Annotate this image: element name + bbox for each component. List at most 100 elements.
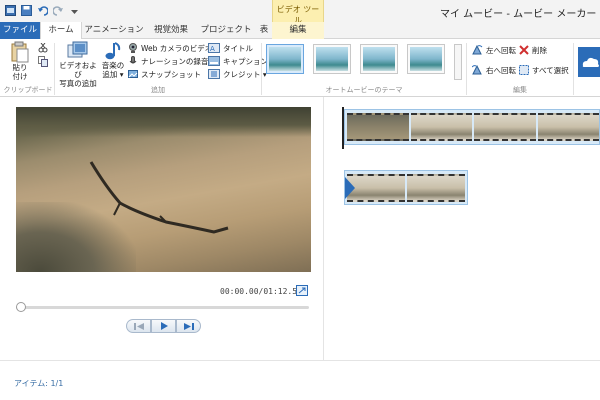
rotate-left-icon: [472, 45, 483, 55]
play-button[interactable]: [151, 319, 176, 333]
tab-project[interactable]: プロジェクト: [196, 22, 256, 39]
app-icon[interactable]: [4, 4, 16, 16]
save-icon[interactable]: [20, 4, 32, 16]
svg-text:A: A: [210, 45, 215, 53]
automovie-theme-1[interactable]: [266, 44, 304, 74]
item-count: アイテム: 1/1: [14, 379, 64, 388]
window-title: マイ ムービー - ムービー メーカー: [440, 9, 597, 20]
playhead-indicator[interactable]: [342, 107, 344, 149]
add-music-button[interactable]: 音楽の 追加 ▾: [100, 41, 126, 79]
video-clip-continued[interactable]: [344, 170, 468, 205]
previous-frame-button[interactable]: [126, 319, 151, 333]
tab-animations[interactable]: アニメーション: [82, 22, 146, 39]
delete-button[interactable]: 削除: [519, 44, 547, 56]
ribbon: 貼り 付け クリップボード ビデオおよび 写真の追加 音楽の 追加 ▾ Web …: [0, 39, 600, 97]
filmstrip-frames: [347, 113, 599, 141]
video-clip-filmstrip[interactable]: [344, 109, 600, 145]
undo-icon[interactable]: [36, 4, 48, 16]
seek-thumb[interactable]: [16, 302, 26, 312]
onedrive-cloud-icon: [582, 57, 599, 67]
copy-icon[interactable]: [38, 56, 48, 70]
theme-thumbnail: [410, 47, 442, 71]
seek-bar[interactable]: [16, 306, 309, 309]
fullscreen-button[interactable]: [296, 285, 308, 296]
redo-icon[interactable]: [52, 4, 64, 16]
webcam-label: Web カメラのビデオ: [141, 43, 213, 53]
filmstrip-frame: [407, 174, 465, 202]
select-all-label: すべて選択: [532, 65, 569, 75]
next-frame-button[interactable]: [176, 319, 201, 333]
select-all-icon: [519, 65, 529, 75]
filmstrip-frame: [474, 113, 536, 141]
ribbon-tabs: ファイル ホーム アニメーション 視覚効果 プロジェクト 表示 編集: [0, 22, 600, 52]
theme-gallery-scroll[interactable]: [454, 44, 462, 80]
delete-label: 削除: [532, 45, 547, 55]
microphone-icon: [129, 56, 137, 64]
tab-edit[interactable]: 編集: [272, 22, 324, 39]
add-music-label-1: 音楽の: [101, 61, 125, 70]
next-frame-icon: [183, 322, 194, 330]
rotate-right-button[interactable]: 右へ回転: [472, 64, 516, 76]
clip-start-marker-icon: [345, 177, 355, 199]
add-video-label-1: ビデオおよび: [59, 61, 97, 79]
filmstrip-frame: [347, 174, 405, 202]
preview-pane: 00:00.00/01:12.59: [0, 97, 323, 360]
automovie-theme-4[interactable]: [407, 44, 445, 74]
caption-icon: [208, 56, 220, 66]
cut-icon[interactable]: [38, 42, 48, 56]
tab-view[interactable]: 表示: [256, 22, 272, 52]
title-icon: A: [208, 43, 220, 53]
record-narration-button[interactable]: ナレーションの録音 ▾: [128, 55, 215, 67]
snapshot-icon: [128, 70, 138, 78]
webcam-video-button[interactable]: Web カメラのビデオ: [128, 42, 212, 54]
paste-label-2: 付け: [12, 72, 28, 81]
playback-controls: [126, 319, 201, 333]
separator: [54, 43, 55, 95]
add-video-photos-button[interactable]: ビデオおよび 写真の追加: [56, 41, 100, 88]
automovie-theme-2[interactable]: [313, 44, 351, 74]
paste-label-1: 貼り: [12, 63, 28, 72]
quick-access-toolbar: [4, 4, 80, 16]
filmstrip-frame: [537, 113, 599, 141]
tab-home[interactable]: ホーム: [40, 22, 82, 40]
rotate-left-label: 左へ回転: [486, 45, 516, 55]
add-music-label-2: 追加 ▾: [102, 70, 124, 79]
narration-label: ナレーションの録音 ▾: [141, 56, 215, 66]
clipboard-group-label: クリップボード: [3, 86, 53, 94]
separator: [573, 43, 574, 95]
select-all-button[interactable]: すべて選択: [519, 64, 569, 76]
webcam-icon: [129, 43, 137, 53]
paste-icon: [11, 41, 29, 63]
title-label: タイトル: [223, 43, 253, 53]
title-button[interactable]: A タイトル: [208, 42, 253, 54]
video-preview[interactable]: [16, 107, 311, 272]
rotate-left-button[interactable]: 左へ回転: [472, 44, 516, 56]
timecode-display: 00:00.00/01:12.59: [220, 287, 302, 296]
music-note-icon: [105, 42, 121, 60]
credits-icon: [208, 69, 220, 79]
rotate-right-icon: [472, 65, 482, 75]
status-bar: アイテム: 1/1: [0, 360, 600, 400]
automovie-theme-3[interactable]: [360, 44, 398, 74]
edit-group-label: 編集: [513, 86, 527, 94]
credits-button[interactable]: クレジット ▾: [208, 68, 267, 80]
separator: [466, 43, 467, 95]
theme-thumbnail: [316, 47, 348, 71]
add-group-label: 追加: [151, 86, 165, 94]
onedrive-button[interactable]: [578, 47, 600, 77]
tab-file[interactable]: ファイル: [0, 22, 40, 39]
filmstrip-frame: [410, 113, 472, 141]
video-photo-icon: [67, 41, 88, 58]
tab-visual-effects[interactable]: 視覚効果: [146, 22, 196, 39]
storyboard-pane: [324, 97, 600, 360]
caption-button[interactable]: キャプション: [208, 55, 268, 67]
fullscreen-icon: [298, 287, 306, 294]
video-tools-context-group: ビデオ ツール: [272, 0, 324, 25]
snapshot-button[interactable]: スナップショット: [128, 68, 201, 80]
paste-button[interactable]: 貼り 付け: [8, 41, 32, 81]
themes-group-label: オートムービーのテーマ: [325, 86, 403, 94]
customize-qat-icon[interactable]: [68, 4, 80, 16]
play-icon: [160, 322, 168, 330]
delete-icon: [519, 45, 529, 55]
filmstrip-frame: [347, 113, 409, 141]
